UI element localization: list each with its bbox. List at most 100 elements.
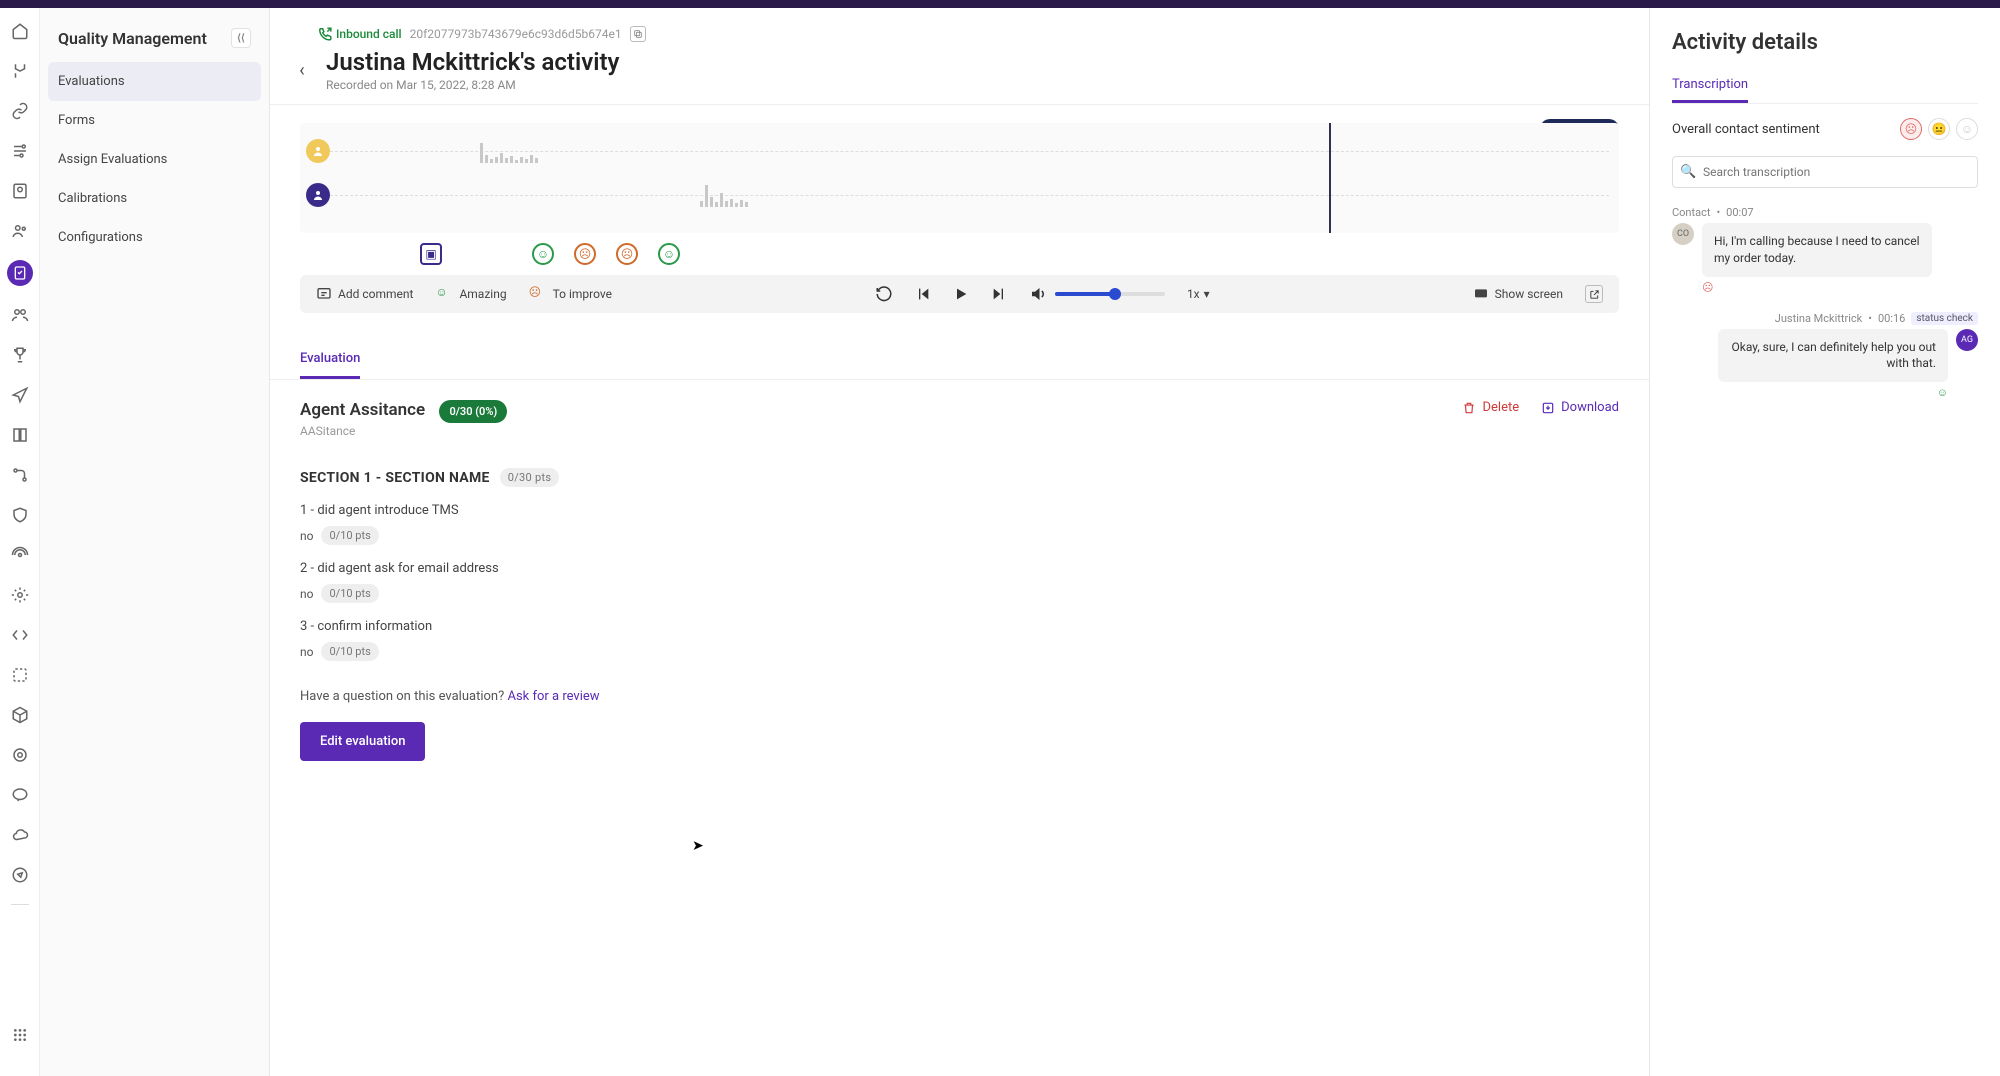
score-badge: 0/30 (0%) [439, 400, 507, 423]
question-row: 1 - did agent introduce TMS no0/10 pts [300, 503, 1619, 545]
playhead[interactable] [1329, 123, 1331, 233]
popout-button[interactable] [1585, 285, 1603, 303]
question-points: 0/10 pts [321, 642, 378, 661]
tab-evaluation[interactable]: Evaluation [300, 341, 360, 379]
qm-icon[interactable] [7, 260, 33, 286]
question-answer: no [300, 587, 313, 601]
broadcast-icon[interactable] [9, 544, 31, 566]
flow-icon[interactable] [9, 464, 31, 486]
content-tabs: Evaluation [270, 341, 1649, 380]
details-title: Activity details [1672, 30, 1978, 55]
msg-sentiment-icon: ☺ [1718, 386, 1948, 399]
search-transcription-input[interactable] [1672, 156, 1978, 188]
question-points: 0/10 pts [321, 526, 378, 545]
transcript-bubble: Hi, I'm calling because I need to cancel… [1702, 223, 1932, 277]
show-screen-button[interactable]: Show screen [1473, 286, 1563, 302]
gear-icon[interactable] [9, 584, 31, 606]
sidebar: Quality Management ⟨⟨ Evaluations Forms … [40, 8, 270, 1076]
waveform[interactable] [300, 123, 1619, 233]
ask-review-link[interactable]: Ask for a review [507, 689, 599, 704]
trophy-icon[interactable] [9, 344, 31, 366]
rail-separator [11, 904, 29, 905]
note-marker-icon[interactable]: ▣ [420, 243, 442, 265]
book-icon[interactable] [9, 424, 31, 446]
delete-button[interactable]: Delete [1462, 400, 1519, 415]
edit-evaluation-button[interactable]: Edit evaluation [300, 722, 425, 761]
transcript-bubble: Okay, sure, I can definitely help you ou… [1718, 329, 1948, 383]
player-controls: Add comment ☺Amazing ☹To improve 1x ▾ Sh… [300, 275, 1619, 313]
main-panel: Inbound call 20f2077973b743679e6c93d6d5b… [270, 8, 1650, 1076]
sentiment-label: Overall contact sentiment [1672, 122, 1820, 137]
msg-speaker: Contact [1672, 206, 1710, 219]
activity-details-panel: Activity details Transcription Overall c… [1650, 8, 2000, 1076]
skip-back-button[interactable] [915, 286, 931, 302]
routing-icon[interactable] [9, 60, 31, 82]
msg-speaker: Justina Mckittrick [1775, 312, 1862, 325]
to-improve-button[interactable]: ☹To improve [529, 285, 612, 303]
evaluation-form-title: Agent Assitance [300, 400, 425, 420]
question-answer: no [300, 645, 313, 659]
msg-tag: status check [1911, 312, 1978, 325]
positive-marker-icon[interactable]: ☺ [658, 243, 680, 265]
positive-marker-icon[interactable]: ☺ [532, 243, 554, 265]
search-icon: 🔍 [1680, 165, 1696, 180]
question-answer: no [300, 529, 313, 543]
cube-icon[interactable] [9, 704, 31, 726]
nav-rail [0, 8, 40, 1076]
sentiment-neutral-icon: 😐 [1928, 118, 1950, 140]
volume-icon [1029, 285, 1047, 303]
dashed-square-icon[interactable] [9, 664, 31, 686]
call-type: Inbound call [318, 27, 402, 41]
question-row: 2 - did agent ask for email address no0/… [300, 561, 1619, 603]
chevron-down-icon: ▾ [1204, 287, 1210, 301]
send-icon[interactable] [9, 384, 31, 406]
copy-id-button[interactable] [630, 26, 646, 42]
evaluation-subtitle: AASitance [300, 424, 507, 438]
agent-avatar-icon [306, 183, 330, 207]
audio-player: 00:00/00:51 ▣ ☺ ☹ ☹ ☺ Add comment ☺Am [270, 105, 1649, 331]
chat-oval-icon[interactable] [9, 784, 31, 806]
sliders-icon[interactable] [9, 140, 31, 162]
tab-transcription[interactable]: Transcription [1672, 69, 1748, 103]
play-button[interactable] [953, 286, 969, 302]
replay-button[interactable] [875, 285, 893, 303]
negative-marker-icon[interactable]: ☹ [574, 243, 596, 265]
sidebar-item-calibrations[interactable]: Calibrations [40, 179, 269, 218]
compass-icon[interactable] [9, 864, 31, 886]
sidebar-item-forms[interactable]: Forms [40, 101, 269, 140]
sidebar-collapse-button[interactable]: ⟨⟨ [231, 28, 251, 48]
call-id: 20f2077973b743679e6c93d6d5b674e1 [410, 27, 622, 41]
contact-icon[interactable] [9, 180, 31, 202]
code-icon[interactable] [9, 624, 31, 646]
users-icon[interactable] [9, 220, 31, 242]
question-text: 3 - confirm information [300, 619, 1619, 634]
sidebar-item-evaluations[interactable]: Evaluations [48, 62, 261, 101]
review-prompt: Have a question on this evaluation? [300, 689, 507, 704]
volume-control[interactable] [1029, 285, 1165, 303]
question-text: 2 - did agent ask for email address [300, 561, 1619, 576]
shield-icon[interactable] [9, 504, 31, 526]
team-icon[interactable] [9, 304, 31, 326]
contact-avatar-icon [306, 139, 330, 163]
download-button[interactable]: Download [1541, 400, 1619, 415]
negative-marker-icon[interactable]: ☹ [616, 243, 638, 265]
sidebar-item-assign[interactable]: Assign Evaluations [40, 140, 269, 179]
add-comment-button[interactable]: Add comment [316, 286, 413, 302]
apps-grid-icon[interactable] [9, 1024, 31, 1046]
msg-sentiment-icon: ☹ [1702, 281, 1932, 294]
cloud-icon[interactable] [9, 824, 31, 846]
msg-time: 00:16 [1878, 312, 1905, 325]
link-icon[interactable] [9, 100, 31, 122]
section-points: 0/30 pts [500, 468, 560, 487]
sidebar-item-configurations[interactable]: Configurations [40, 218, 269, 257]
home-icon[interactable] [9, 20, 31, 42]
sentiment-positive-icon: ☺ [1956, 118, 1978, 140]
recorded-timestamp: Recorded on Mar 15, 2022, 8:28 AM [326, 78, 619, 92]
skip-forward-button[interactable] [991, 286, 1007, 302]
speed-selector[interactable]: 1x ▾ [1187, 287, 1210, 301]
target-icon[interactable] [9, 744, 31, 766]
page-title: Justina Mckittrick's activity [326, 48, 619, 76]
msg-time: 00:07 [1726, 206, 1753, 219]
back-button[interactable]: ‹ [290, 58, 314, 82]
amazing-button[interactable]: ☺Amazing [435, 285, 506, 303]
